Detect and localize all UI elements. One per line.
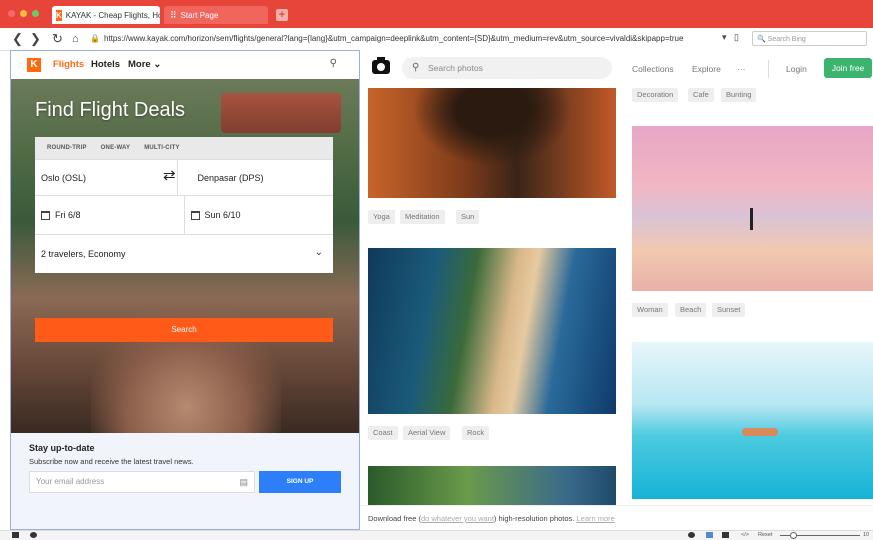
- sign-up-button[interactable]: SIGN UP: [259, 471, 341, 493]
- home-icon[interactable]: ⌂: [72, 31, 79, 47]
- kayak-logo[interactable]: K: [27, 58, 41, 72]
- tab-label: Start Page: [180, 10, 219, 20]
- swap-icon[interactable]: ⇄: [163, 168, 176, 184]
- search-icon: 🔍: [757, 36, 766, 43]
- return-date-field[interactable]: Sun 6/10: [183, 196, 334, 234]
- kayak-favicon-icon: K: [56, 9, 62, 21]
- nav-explore[interactable]: Explore: [692, 64, 721, 74]
- contact-card-icon: ▤: [239, 477, 248, 487]
- tag[interactable]: Yoga: [368, 210, 395, 224]
- user-account-icon[interactable]: ⚲: [330, 58, 337, 69]
- tab-kayak[interactable]: K KAYAK - Cheap Flights, Hotels: [52, 6, 160, 24]
- calendar-icon: [190, 210, 200, 220]
- newsletter-subtitle: Subscribe now and receive the latest tra…: [29, 457, 194, 466]
- depart-date-field[interactable]: Fri 6/8: [35, 196, 184, 234]
- reset-zoom-button[interactable]: Reset: [758, 531, 772, 539]
- nav-collections[interactable]: Collections: [632, 64, 674, 74]
- login-link[interactable]: Login: [786, 64, 807, 74]
- minimize-window-icon[interactable]: [20, 10, 27, 17]
- search-icon: ⚲: [412, 62, 420, 73]
- photo-beach-sunset[interactable]: [632, 126, 873, 291]
- tab-label: KAYAK - Cheap Flights, Hotels: [65, 10, 160, 20]
- tab-round-trip[interactable]: ROUND-TRIP: [47, 145, 87, 151]
- image-icon[interactable]: [722, 532, 729, 538]
- dates-row: Fri 6/8 Sun 6/10: [35, 195, 333, 234]
- browser-tab-bar: K KAYAK - Cheap Flights, Hotels ⠿ Start …: [0, 0, 873, 28]
- destination-field[interactable]: Denpasar (DPS): [176, 160, 334, 195]
- tag[interactable]: Bunting: [721, 88, 757, 102]
- person-silhouette: [750, 208, 753, 230]
- bookmark-icon[interactable]: ▯: [734, 32, 739, 43]
- travelers-field[interactable]: 2 travelers, Economy: [35, 235, 333, 273]
- tag[interactable]: Sunset: [712, 303, 746, 317]
- travelers-row[interactable]: 2 travelers, Economy ⌄: [35, 234, 333, 273]
- close-window-icon[interactable]: [8, 10, 15, 17]
- photo-search-input[interactable]: ⚲ Search photos: [402, 57, 612, 79]
- do-whatever-link[interactable]: do whatever you want: [421, 514, 494, 523]
- search-engine-field[interactable]: 🔍 Search Bing: [752, 31, 867, 46]
- unsplash-panel: ⚲ Search photos Collections Explore ··· …: [360, 50, 873, 530]
- zoom-value: 10: [863, 532, 870, 538]
- calendar-icon: [41, 210, 50, 220]
- kayak-panel: K Flights Hotels More ⌄ ⚲ Find Flight De…: [10, 50, 360, 530]
- tag[interactable]: Cafe: [688, 88, 714, 102]
- download-footer: Download free (do whatever you want) hig…: [360, 505, 873, 530]
- nav-flights[interactable]: Flights: [53, 59, 84, 70]
- newsletter-section: Stay up-to-date Subscribe now and receiv…: [11, 433, 359, 529]
- maximize-window-icon[interactable]: [32, 10, 39, 17]
- tag[interactable]: Rock: [462, 426, 490, 440]
- url-field[interactable]: 🔒 https://www.kayak.com/horizon/sem/fligh…: [90, 31, 690, 46]
- tag[interactable]: Woman: [632, 303, 668, 317]
- back-icon[interactable]: ❮: [12, 31, 23, 47]
- origin-field[interactable]: Oslo (OSL): [35, 160, 177, 195]
- route-row: Oslo (OSL) Denpasar (DPS) ⇄: [35, 159, 333, 195]
- chevron-down-icon: ⌄: [153, 59, 162, 70]
- window-controls[interactable]: [8, 10, 39, 17]
- tag[interactable]: Coast: [368, 426, 398, 440]
- reload-icon[interactable]: ↻: [52, 31, 63, 47]
- swimmer-shape: [742, 428, 778, 436]
- more-menu-icon[interactable]: ···: [737, 64, 746, 74]
- tab-one-way[interactable]: ONE-WAY: [101, 145, 131, 151]
- tag[interactable]: Sun: [456, 210, 480, 224]
- join-free-button[interactable]: Join free: [824, 58, 872, 78]
- zoom-slider[interactable]: [780, 532, 860, 539]
- nav-hotels[interactable]: Hotels: [91, 59, 120, 70]
- search-button[interactable]: Search: [35, 318, 333, 342]
- new-tab-button[interactable]: +: [276, 9, 288, 21]
- zoom-slider-knob[interactable]: [790, 532, 797, 539]
- tab-start-page[interactable]: ⠿ Start Page: [164, 6, 268, 24]
- chevron-down-icon: ⌄: [314, 247, 323, 258]
- camera-logo-icon[interactable]: [372, 57, 390, 74]
- forward-icon[interactable]: ❯: [30, 31, 41, 47]
- tag[interactable]: Aerial View: [403, 426, 451, 440]
- hero-image: Find Flight Deals ROUND-TRIP ONE-WAY MUL…: [11, 79, 359, 433]
- trip-type-tabs: ROUND-TRIP ONE-WAY MULTI-CITY: [35, 137, 333, 159]
- rooftop-shape: [221, 93, 341, 133]
- panel-toggle-icon[interactable]: [12, 532, 19, 538]
- divider: [768, 60, 769, 78]
- nav-more[interactable]: More ⌄: [128, 59, 161, 70]
- sync-icon[interactable]: [30, 532, 37, 538]
- tag[interactable]: Beach: [675, 303, 707, 317]
- flight-search-form: ROUND-TRIP ONE-WAY MULTI-CITY Oslo (OSL)…: [35, 137, 333, 273]
- photo-pool[interactable]: [632, 342, 873, 499]
- tag[interactable]: Meditation: [400, 210, 445, 224]
- dropdown-arrow-icon[interactable]: ▾: [722, 32, 727, 43]
- newsletter-title: Stay up-to-date: [29, 443, 95, 453]
- page-title: Find Flight Deals: [35, 99, 186, 121]
- photo-yoga[interactable]: [368, 88, 616, 198]
- lock-icon: 🔒: [90, 34, 100, 43]
- capture-icon[interactable]: [688, 532, 695, 538]
- code-icon[interactable]: </>: [741, 531, 749, 539]
- photo-coast[interactable]: [368, 248, 616, 414]
- email-field[interactable]: Your email address ▤: [29, 471, 255, 493]
- tab-multi-city[interactable]: MULTI-CITY: [144, 145, 180, 151]
- start-page-icon: ⠿: [170, 9, 177, 20]
- address-bar: ❮ ❯ ↻ ⌂ 🔒 https://www.kayak.com/horizon/s…: [0, 28, 873, 51]
- tile-icon[interactable]: [706, 532, 713, 538]
- kayak-header: K Flights Hotels More ⌄ ⚲: [11, 51, 359, 79]
- tag[interactable]: Decoration: [632, 88, 679, 102]
- learn-more-link[interactable]: Learn more: [576, 514, 614, 523]
